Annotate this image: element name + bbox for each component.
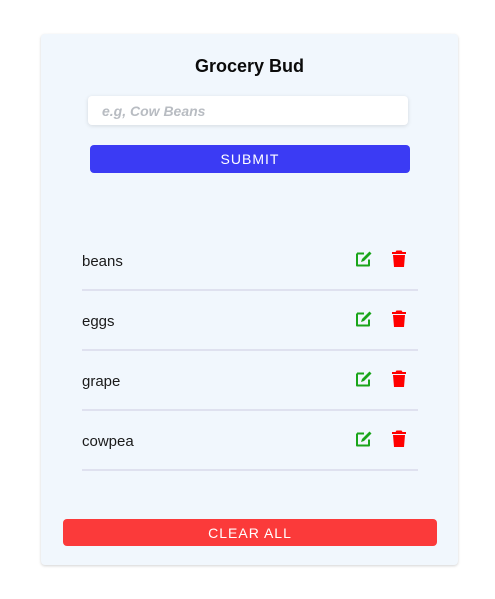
list-item: grape — [82, 351, 418, 411]
trash-icon — [392, 310, 406, 327]
item-label: cowpea — [82, 433, 134, 450]
item-label: grape — [82, 373, 121, 390]
delete-button[interactable] — [389, 369, 409, 389]
item-label: eggs — [82, 313, 115, 330]
edit-icon — [356, 251, 372, 267]
delete-button[interactable] — [389, 249, 409, 269]
delete-button[interactable] — [389, 429, 409, 449]
edit-button[interactable] — [354, 369, 374, 389]
edit-button[interactable] — [354, 249, 374, 269]
item-label: beans — [82, 253, 123, 270]
app-title: Grocery Bud — [194, 56, 305, 76]
edit-icon — [356, 431, 372, 447]
trash-icon — [392, 430, 406, 447]
submit-button[interactable]: SUBMIT — [90, 145, 410, 173]
list-item: cowpea — [82, 411, 418, 471]
grocery-card: Grocery Bud SUBMIT beans eggs — [41, 34, 458, 565]
trash-icon — [392, 370, 406, 387]
edit-button[interactable] — [354, 309, 374, 329]
grocery-list: beans eggs grape cowpea — [82, 231, 418, 471]
delete-button[interactable] — [389, 309, 409, 329]
edit-icon — [356, 311, 372, 327]
list-item: beans — [82, 231, 418, 291]
edit-icon — [356, 371, 372, 387]
clear-all-button[interactable]: CLEAR ALL — [63, 519, 437, 546]
trash-icon — [392, 250, 406, 267]
list-item: eggs — [82, 291, 418, 351]
edit-button[interactable] — [354, 429, 374, 449]
grocery-item-input[interactable] — [88, 96, 408, 125]
